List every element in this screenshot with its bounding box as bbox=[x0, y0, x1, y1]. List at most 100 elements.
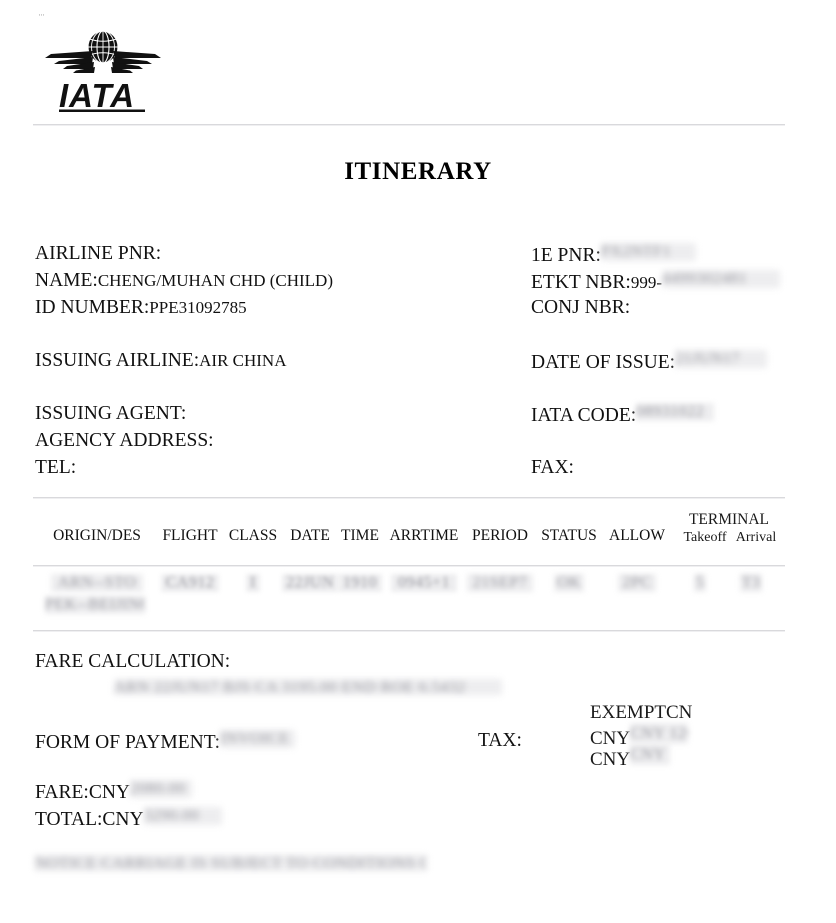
issuing-airline-label: ISSUING AIRLINE: bbox=[35, 350, 200, 371]
tel-label: TEL: bbox=[35, 457, 77, 478]
passenger-name-row: NAME:CHENG/MUHAN CHD (CHILD) bbox=[35, 270, 333, 292]
cell-date-redacted: 22JUN bbox=[282, 574, 338, 592]
cell-status: OK bbox=[532, 574, 606, 597]
column-origin-des: ORIGIN/DES bbox=[53, 527, 141, 544]
fax-row: FAX: bbox=[531, 457, 574, 479]
cell-arrtime: 0945+1 bbox=[380, 574, 468, 597]
tax-line-2: CNYCNY 90.00 bbox=[590, 744, 692, 770]
column-flight: FLIGHT bbox=[162, 527, 218, 544]
column-terminal-takeoff: Takeoff bbox=[683, 530, 727, 545]
cell-allow: 2PC bbox=[603, 574, 671, 597]
column-period: PERIOD bbox=[472, 527, 528, 544]
top-edge-artifact: ··· bbox=[38, 12, 45, 18]
date-of-issue-value-redacted: 21JUN17 bbox=[675, 350, 768, 368]
etkt-nbr-prefix: 999- bbox=[630, 273, 663, 292]
tax-line-2-redacted: CNY 90.00 bbox=[630, 744, 671, 765]
column-terminal-subheaders: Takeoff Arrival bbox=[673, 530, 785, 546]
iata-code-value-redacted: 08931022 bbox=[636, 403, 715, 421]
cell-class-redacted: I bbox=[246, 574, 260, 592]
cell-origin-des-line2: PEK--BEIJING bbox=[35, 596, 155, 619]
total-value-redacted: 3290.00 bbox=[143, 807, 222, 825]
cell-terminal-takeoff: 5 bbox=[673, 574, 727, 597]
flight-table-bottom-divider bbox=[33, 630, 785, 632]
cell-origin-des-line1: ARN--STO bbox=[43, 574, 151, 597]
column-allow: ALLOW bbox=[609, 527, 665, 544]
fare-calculation-value-redacted: ARN 22JUN17 BJS CA 3195.00 END ROE 6.543… bbox=[114, 679, 502, 695]
agency-address-row: AGENCY ADDRESS: bbox=[35, 430, 214, 452]
flight-table-header: ORIGIN/DES FLIGHT CLASS DATE TIME ARRTIM… bbox=[33, 505, 785, 559]
tax-exempt-line: EXEMPTCN bbox=[590, 702, 693, 723]
etkt-nbr-label: ETKT NBR: bbox=[531, 272, 631, 293]
cell-period-redacted: 21SEP7 bbox=[467, 574, 533, 592]
column-class: CLASS bbox=[228, 527, 278, 544]
airline-pnr-label: AIRLINE PNR: bbox=[35, 243, 162, 264]
cell-terminal-arrival: T3 bbox=[727, 574, 775, 597]
issuing-airline-row: ISSUING AIRLINE:AIR CHINA bbox=[35, 350, 286, 372]
cell-class: I bbox=[222, 574, 284, 597]
form-of-payment-value-redacted: INVOICE bbox=[220, 730, 296, 748]
column-terminal-group: TERMINAL Takeoff Arrival bbox=[673, 511, 785, 546]
tel-row: TEL: bbox=[35, 457, 76, 479]
one-e-pnr-value-redacted: PX2NTF1 bbox=[600, 243, 696, 261]
total-label: TOTAL:CNY bbox=[35, 809, 144, 830]
id-number-value: PPE31092785 bbox=[149, 298, 247, 317]
cell-status-redacted: OK bbox=[554, 574, 584, 592]
fare-row: FARE:CNY2080.00 bbox=[35, 780, 192, 804]
flight-table-header-divider bbox=[33, 565, 785, 567]
cell-time-redacted: 1910 bbox=[338, 574, 382, 592]
tax-line-1: CNYCNY 120.00 bbox=[590, 723, 689, 749]
column-status: STATUS bbox=[541, 527, 597, 544]
iata-logo: IATA bbox=[33, 30, 193, 114]
cell-date: 22JUN bbox=[281, 574, 339, 597]
page-title: ITINERARY bbox=[344, 158, 492, 185]
fare-label: FARE:CNY bbox=[35, 782, 130, 803]
etkt-nbr-value-redacted: 4499302481 bbox=[662, 270, 781, 288]
conj-nbr-label: CONJ NBR: bbox=[531, 297, 631, 318]
date-of-issue-row: DATE OF ISSUE:21JUN17 bbox=[531, 350, 768, 374]
column-terminal-title: TERMINAL bbox=[688, 511, 770, 528]
tax-values: EXEMPTCN CNYCNY 120.00 CNYCNY 90.00 bbox=[590, 702, 693, 770]
tax-line-1-redacted: CNY 120.00 bbox=[630, 723, 689, 744]
header-divider bbox=[33, 124, 785, 126]
cell-period: 21SEP7 bbox=[464, 574, 536, 597]
footer-notice-redacted: NOTICE CARRIAGE IS SUBJECT TO CONDITIONS… bbox=[35, 855, 427, 871]
fax-label: FAX: bbox=[531, 457, 574, 478]
issuing-airline-value: AIR CHINA bbox=[199, 351, 287, 370]
agency-address-label: AGENCY ADDRESS: bbox=[35, 430, 214, 451]
issuing-agent-row: ISSUING AGENT: bbox=[35, 403, 186, 425]
date-of-issue-label: DATE OF ISSUE: bbox=[531, 352, 676, 373]
etkt-nbr-row: ETKT NBR:999-4499302481 bbox=[531, 270, 781, 294]
total-row: TOTAL:CNY3290.00 bbox=[35, 807, 222, 831]
iata-code-row: IATA CODE:08931022 bbox=[531, 403, 715, 427]
conj-nbr-row: CONJ NBR: bbox=[531, 297, 630, 319]
flight-table-top-divider bbox=[33, 497, 785, 499]
airline-pnr-row: AIRLINE PNR: bbox=[35, 243, 161, 265]
cell-time: 1910 bbox=[334, 574, 386, 597]
cell-allow-redacted: 2PC bbox=[618, 574, 656, 592]
form-of-payment-row: FORM OF PAYMENT:INVOICE bbox=[35, 730, 296, 754]
one-e-pnr-row: 1E PNR:PX2NTF1 bbox=[531, 243, 696, 267]
passenger-name-label: NAME: bbox=[35, 270, 98, 291]
form-of-payment-label: FORM OF PAYMENT: bbox=[35, 732, 221, 753]
column-terminal-arrival: Arrival bbox=[735, 530, 777, 545]
itinerary-document: ··· IATA ITINERARY AIRLINE PNR: NAME:CHE… bbox=[0, 0, 836, 923]
cell-origin-des-line2-redacted: PEK--BEIJING bbox=[45, 596, 145, 614]
one-e-pnr-label: 1E PNR: bbox=[531, 245, 601, 266]
cell-terminal-takeoff-redacted: 5 bbox=[694, 574, 706, 592]
tax-label: TAX: bbox=[478, 730, 522, 751]
passenger-name-value: CHENG/MUHAN CHD (CHILD) bbox=[97, 271, 333, 290]
id-number-label: ID NUMBER: bbox=[35, 297, 150, 318]
cell-flight: CA912 bbox=[154, 574, 226, 597]
cell-arrtime-redacted: 0945+1 bbox=[391, 574, 457, 592]
column-arrtime: ARRTIME bbox=[389, 527, 459, 544]
fare-calculation-label: FARE CALCULATION: bbox=[35, 651, 231, 672]
footer-notice: NOTICE CARRIAGE IS SUBJECT TO CONDITIONS… bbox=[35, 855, 427, 876]
iata-logo-icon: IATA bbox=[45, 30, 161, 114]
issuing-agent-label: ISSUING AGENT: bbox=[35, 403, 187, 424]
cell-flight-redacted: CA912 bbox=[161, 574, 219, 592]
cell-terminal-arrival-redacted: T3 bbox=[740, 574, 762, 592]
table-row: ARN--STO PEK--BEIJING CA912 I 22JUN 1910… bbox=[33, 574, 785, 624]
column-time: TIME bbox=[341, 527, 379, 544]
id-number-row: ID NUMBER:PPE31092785 bbox=[35, 297, 247, 319]
fare-calculation-value: ARN 22JUN17 BJS CA 3195.00 END ROE 6.543… bbox=[114, 679, 502, 700]
